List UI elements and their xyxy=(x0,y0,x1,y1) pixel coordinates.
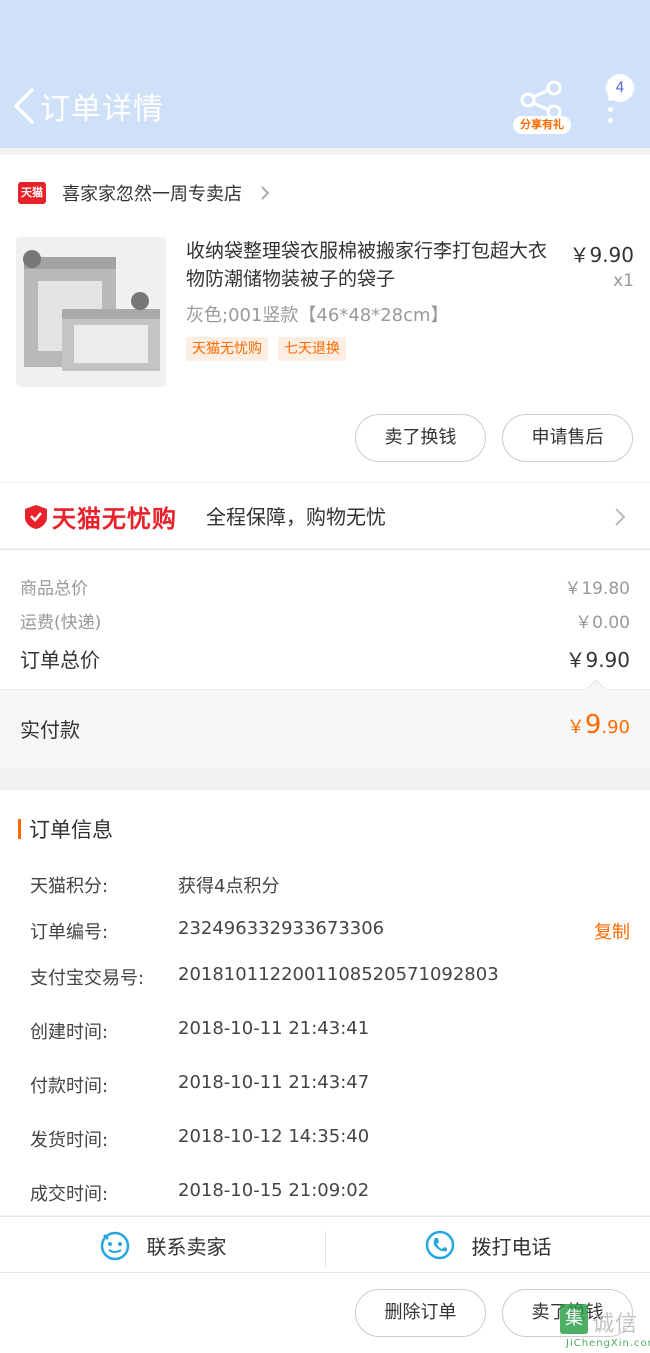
info-value: 2018-10-15 21:09:02 xyxy=(178,1180,370,1201)
watermark-domain: JiChengXin.com xyxy=(566,1338,650,1349)
assurance-banner[interactable]: 天猫无忧购 全程保障，购物无忧 xyxy=(0,482,650,548)
info-key: 天猫积分: xyxy=(30,876,109,897)
shipping-label: 运费(快递) xyxy=(20,613,102,633)
more-dot-icon xyxy=(607,96,613,101)
contact-seller-label: 联系卖家 xyxy=(146,1234,227,1259)
product-image[interactable] xyxy=(16,237,166,387)
info-row-paid: 付款时间: 2018-10-11 21:43:47 xyxy=(30,1072,630,1098)
product-name[interactable]: 收纳袋整理袋衣服棉被搬家行李打包超大衣物防潮储物装被子的袋子 xyxy=(186,237,551,293)
price-summary: 商品总价 ￥19.80 运费(快递) ￥0.00 订单总价 ￥9.90 xyxy=(0,549,650,689)
currency-symbol: ￥ xyxy=(566,717,585,738)
assurance-brand: 天猫无忧购 xyxy=(52,505,177,533)
info-row-shipped: 发货时间: 2018-10-12 14:35:40 xyxy=(30,1126,630,1152)
info-value: 2018-10-11 21:43:47 xyxy=(178,1072,370,1093)
product-quantity: x1 xyxy=(613,271,634,291)
order-info-section: 订单信息 天猫积分: 获得4点积分 订单编号: 2324963329336733… xyxy=(0,790,650,1215)
info-value: 232496332933673306 xyxy=(178,918,385,939)
page-title: 订单详情 xyxy=(40,92,164,127)
shield-icon xyxy=(25,504,47,529)
pointer-triangle xyxy=(586,680,606,690)
share-reward-label[interactable]: 分享有礼 xyxy=(513,116,571,134)
shipping-row: 运费(快递) ￥0.00 xyxy=(20,608,630,633)
info-value: 获得4点积分 xyxy=(178,876,280,897)
call-phone-label: 拨打电话 xyxy=(471,1234,552,1259)
info-row-alipay: 支付宝交易号: 2018101122001108520571092803 xyxy=(30,964,630,990)
site-watermark: 集 诚信 JiChengXin.com xyxy=(532,1304,650,1350)
info-row-points: 天猫积分: 获得4点积分 xyxy=(30,872,630,898)
service-tag: 七天退换 xyxy=(278,337,346,361)
actual-payment: 实付款 ￥9.90 xyxy=(0,680,650,767)
status-bar xyxy=(0,0,650,60)
info-key: 订单编号: xyxy=(30,922,109,943)
more-dot-icon xyxy=(607,118,613,123)
product-price: ￥9.90 xyxy=(569,243,634,267)
tmall-logo-icon: 天猫 xyxy=(18,182,46,204)
product-sku: 灰色;001竖款【46*48*28cm】 xyxy=(186,305,449,326)
contact-bar: 联系卖家 拨打电话 xyxy=(0,1216,650,1272)
more-dot-icon xyxy=(607,107,613,112)
assurance-text: 全程保障，购物无忧 xyxy=(206,505,386,529)
sell-for-cash-button[interactable]: 卖了换钱 xyxy=(355,414,486,462)
amount-integer: 9 xyxy=(584,710,602,740)
shop-name: 喜家家忽然一周专卖店 xyxy=(62,184,242,205)
order-total-row: 订单总价 ￥9.90 xyxy=(20,644,630,673)
info-key: 支付宝交易号: xyxy=(30,968,145,989)
apply-aftersale-button[interactable]: 申请售后 xyxy=(502,414,633,462)
order-info-heading: 订单信息 xyxy=(18,814,113,844)
service-tags: 天猫无忧购 七天退换 xyxy=(186,337,356,361)
info-key: 创建时间: xyxy=(30,1022,109,1043)
watermark-text: 诚信 xyxy=(592,1312,639,1337)
tmall-assurance-logo: 天猫无忧购 xyxy=(24,499,177,534)
service-tag: 天猫无忧购 xyxy=(186,337,268,361)
phone-icon xyxy=(425,1230,454,1260)
shop-link[interactable]: 天猫 喜家家忽然一周专卖店 xyxy=(18,179,270,207)
storage-bag-image xyxy=(16,237,166,387)
delete-order-button[interactable]: 删除订单 xyxy=(355,1289,486,1337)
goods-total-label: 商品总价 xyxy=(20,579,88,599)
info-row-completed: 成交时间: 2018-10-15 21:09:02 xyxy=(30,1180,630,1206)
order-info-title: 订单信息 xyxy=(29,818,113,842)
copy-button[interactable]: 复制 xyxy=(594,918,630,944)
actual-payment-label: 实付款 xyxy=(20,718,80,742)
goods-total-row: 商品总价 ￥19.80 xyxy=(20,574,630,599)
info-value: 2018-10-12 14:35:40 xyxy=(178,1126,370,1147)
call-phone-button[interactable]: 拨打电话 xyxy=(325,1217,650,1273)
more-menu-button[interactable] xyxy=(600,96,620,126)
amount-decimal: .90 xyxy=(601,717,630,738)
contact-seller-button[interactable]: 联系卖家 xyxy=(0,1217,325,1273)
shipping-value: ￥0.00 xyxy=(575,613,630,633)
watermark-logo: 集 xyxy=(560,1304,588,1334)
info-key: 付款时间: xyxy=(30,1076,109,1097)
heading-accent-bar xyxy=(18,819,21,839)
info-key: 成交时间: xyxy=(30,1184,109,1205)
info-value: 2018101122001108520571092803 xyxy=(178,964,499,985)
info-key: 发货时间: xyxy=(30,1130,109,1151)
order-total-label: 订单总价 xyxy=(20,648,100,672)
actual-payment-value: ￥9.90 xyxy=(567,710,630,740)
chevron-right-icon xyxy=(261,186,270,200)
info-value: 2018-10-11 21:43:41 xyxy=(178,1018,370,1039)
share-icon xyxy=(520,80,562,120)
chevron-right-icon xyxy=(615,508,626,526)
app-header: 订单详情 分享有礼 4 xyxy=(0,0,650,148)
chat-face-icon xyxy=(100,1231,129,1261)
chevron-left-icon xyxy=(14,88,34,124)
back-button[interactable] xyxy=(10,86,40,126)
order-total-value: ￥9.90 xyxy=(565,648,630,672)
info-row-created: 创建时间: 2018-10-11 21:43:41 xyxy=(30,1018,630,1044)
info-row-order-number: 订单编号: 232496332933673306 复制 xyxy=(30,918,630,944)
goods-total-value: ￥19.80 xyxy=(564,579,630,599)
